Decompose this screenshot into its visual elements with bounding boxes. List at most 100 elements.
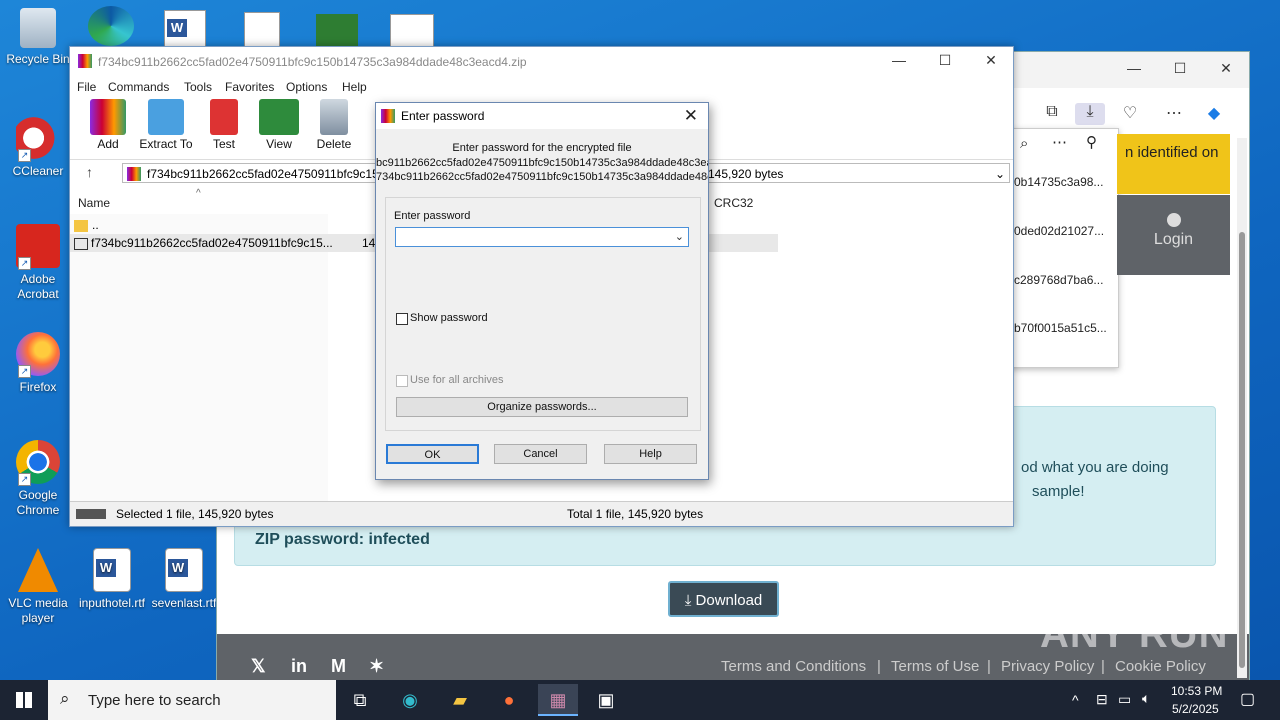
recycle-bin-icon xyxy=(20,8,56,48)
menu-favorites[interactable]: Favorites xyxy=(225,80,274,94)
image-desktop-icon[interactable] xyxy=(244,12,280,48)
board-desktop-icon[interactable] xyxy=(316,14,358,46)
desktop-icon-vlc[interactable]: VLC media player xyxy=(0,548,76,626)
copilot-icon[interactable]: ◆ xyxy=(1203,103,1225,125)
row-size: 14 xyxy=(362,236,376,250)
menu-tools[interactable]: Tools xyxy=(184,80,212,94)
scrollbar-thumb[interactable] xyxy=(1239,232,1245,668)
footer-divider: | xyxy=(987,658,991,675)
column-crc32[interactable]: CRC32 xyxy=(714,196,753,210)
test-button[interactable]: Test xyxy=(196,99,252,151)
organize-passwords-button[interactable]: Organize passwords... xyxy=(396,397,688,417)
winrar-statusbar: Selected 1 file, 145,920 bytes Total 1 f… xyxy=(70,501,1013,526)
notifications-icon[interactable]: ▢ xyxy=(1240,689,1255,709)
tray-chevron-icon[interactable]: ^ xyxy=(1072,692,1079,708)
help-button[interactable]: Help xyxy=(604,444,697,464)
footer-link-terms-conditions[interactable]: Terms and Conditions xyxy=(721,658,866,675)
download-item[interactable]: 0ded02d21027... xyxy=(1014,224,1114,238)
linkedin-icon[interactable]: in xyxy=(291,656,307,677)
close-icon[interactable]: ✕ xyxy=(684,106,698,126)
firefox-taskbar-icon[interactable]: ● xyxy=(489,684,529,716)
menu-options[interactable]: Options xyxy=(286,80,327,94)
add-button[interactable]: Add xyxy=(80,99,136,151)
close-icon[interactable]: ✕ xyxy=(1203,60,1249,77)
download-item[interactable]: c289768d7ba6... xyxy=(1014,273,1114,287)
desktop-icon-adobe-acrobat[interactable]: ↗ Adobe Acrobat xyxy=(0,224,76,302)
ethernet-icon[interactable]: ▭ xyxy=(1118,691,1131,708)
desktop-icon-inputhotel[interactable]: W inputhotel.rtf xyxy=(74,548,150,611)
info-text: sample! xyxy=(1032,483,1085,500)
enter-password-dialog: Enter password ✕ Enter password for the … xyxy=(375,102,709,480)
desktop-icon-firefox[interactable]: ↗ Firefox xyxy=(0,332,76,395)
app-window-taskbar-icon[interactable]: ▣ xyxy=(586,684,626,716)
footer-link-terms-of-use[interactable]: Terms of Use xyxy=(891,658,979,675)
view-label: View xyxy=(266,137,292,151)
page-scrollbar[interactable] xyxy=(1237,138,1247,678)
view-button[interactable]: View xyxy=(251,99,307,151)
minimize-icon[interactable]: — xyxy=(1111,60,1157,76)
minimize-icon[interactable]: — xyxy=(876,52,922,68)
download-button[interactable]: ⤓ Download xyxy=(668,581,779,617)
search-icon[interactable]: ⌕ xyxy=(1020,135,1028,152)
collections-icon[interactable]: ⧉ xyxy=(1041,103,1063,125)
task-view-icon[interactable]: ⧉ xyxy=(340,684,380,716)
delete-button[interactable]: Delete xyxy=(306,99,362,151)
mastodon-icon[interactable]: M xyxy=(331,656,346,677)
dialog-title: Enter password xyxy=(401,109,485,123)
winrar-app-icon xyxy=(78,54,92,68)
table-row[interactable]: .. xyxy=(74,216,99,234)
maximize-icon[interactable]: ☐ xyxy=(922,52,968,69)
x-icon[interactable]: 𝕏 xyxy=(251,656,266,677)
downloads-icon[interactable]: ⤓ xyxy=(1075,103,1105,125)
start-button[interactable] xyxy=(0,680,48,720)
edge-desktop-icon[interactable] xyxy=(88,6,134,46)
window-desktop-icon[interactable] xyxy=(390,14,434,48)
delete-label: Delete xyxy=(316,137,352,151)
edge-taskbar-icon[interactable]: ◉ xyxy=(390,684,430,716)
close-icon[interactable]: ✕ xyxy=(968,52,1014,69)
desktop-icon-ccleaner[interactable]: ↗ CCleaner xyxy=(0,116,76,179)
desktop-icon-google-chrome[interactable]: ↗ Google Chrome xyxy=(0,440,76,518)
winrar-title: f734bc911b2662cc5fad02e4750911bfc9c150b1… xyxy=(98,55,527,69)
file-icon xyxy=(74,237,88,250)
download-item[interactable]: b70f0015a51c5... xyxy=(1014,321,1114,335)
up-arrow-icon[interactable]: ↑ xyxy=(86,164,93,180)
clock-date[interactable]: 5/2/2025 xyxy=(1172,702,1219,716)
winrar-taskbar-icon[interactable]: ▦ xyxy=(538,684,578,716)
use-for-all-archives-checkbox[interactable] xyxy=(396,375,408,387)
more-icon[interactable]: ⋯ xyxy=(1163,103,1185,125)
download-item[interactable]: 0b14735c3a98... xyxy=(1014,175,1114,189)
maximize-icon[interactable]: ☐ xyxy=(1157,60,1203,77)
footer-link-cookie[interactable]: Cookie Policy xyxy=(1115,658,1206,675)
show-password-checkbox[interactable] xyxy=(396,313,408,325)
pin-icon[interactable]: ⚲ xyxy=(1086,133,1097,151)
menu-help[interactable]: Help xyxy=(342,80,367,94)
health-icon[interactable]: ♡ xyxy=(1119,103,1141,125)
cancel-button[interactable]: Cancel xyxy=(494,444,587,464)
ok-button[interactable]: OK xyxy=(386,444,479,464)
show-password-label: Show password xyxy=(410,312,488,324)
chevron-down-icon[interactable]: ⌄ xyxy=(675,230,684,243)
desktop-icon-recycle-bin[interactable]: Recycle Bin xyxy=(0,8,76,67)
clock-time[interactable]: 10:53 PM xyxy=(1171,684,1222,698)
column-name[interactable]: Name xyxy=(78,196,110,210)
login-button[interactable]: Login xyxy=(1117,195,1230,275)
folder-up-icon xyxy=(74,219,88,232)
extract-to-button[interactable]: Extract To xyxy=(138,99,194,151)
volume-icon[interactable]: 🔈︎ xyxy=(1142,690,1150,707)
footer-link-privacy[interactable]: Privacy Policy xyxy=(1001,658,1094,675)
trash-icon xyxy=(320,99,348,135)
menu-file[interactable]: File xyxy=(77,80,96,94)
desktop-icon-sevenlast[interactable]: W sevenlast.rtf xyxy=(146,548,222,611)
chevron-down-icon[interactable]: ⌄ xyxy=(995,164,1005,182)
menu-commands[interactable]: Commands xyxy=(108,80,169,94)
desktop-icon-label: Google Chrome xyxy=(16,488,60,517)
taskbar-search-box[interactable]: ⌕ Type here to search xyxy=(48,680,336,720)
more-options-icon[interactable]: ⋯ xyxy=(1052,133,1067,151)
word-desktop-icon[interactable]: W xyxy=(164,10,206,48)
bluesky-icon[interactable]: ✶ xyxy=(369,656,384,677)
network-icon[interactable]: ⊟ xyxy=(1096,691,1108,708)
file-explorer-icon[interactable]: ▰ xyxy=(440,684,480,716)
password-input[interactable]: ⌄ xyxy=(395,227,689,247)
chrome-icon: ↗ xyxy=(16,440,60,486)
